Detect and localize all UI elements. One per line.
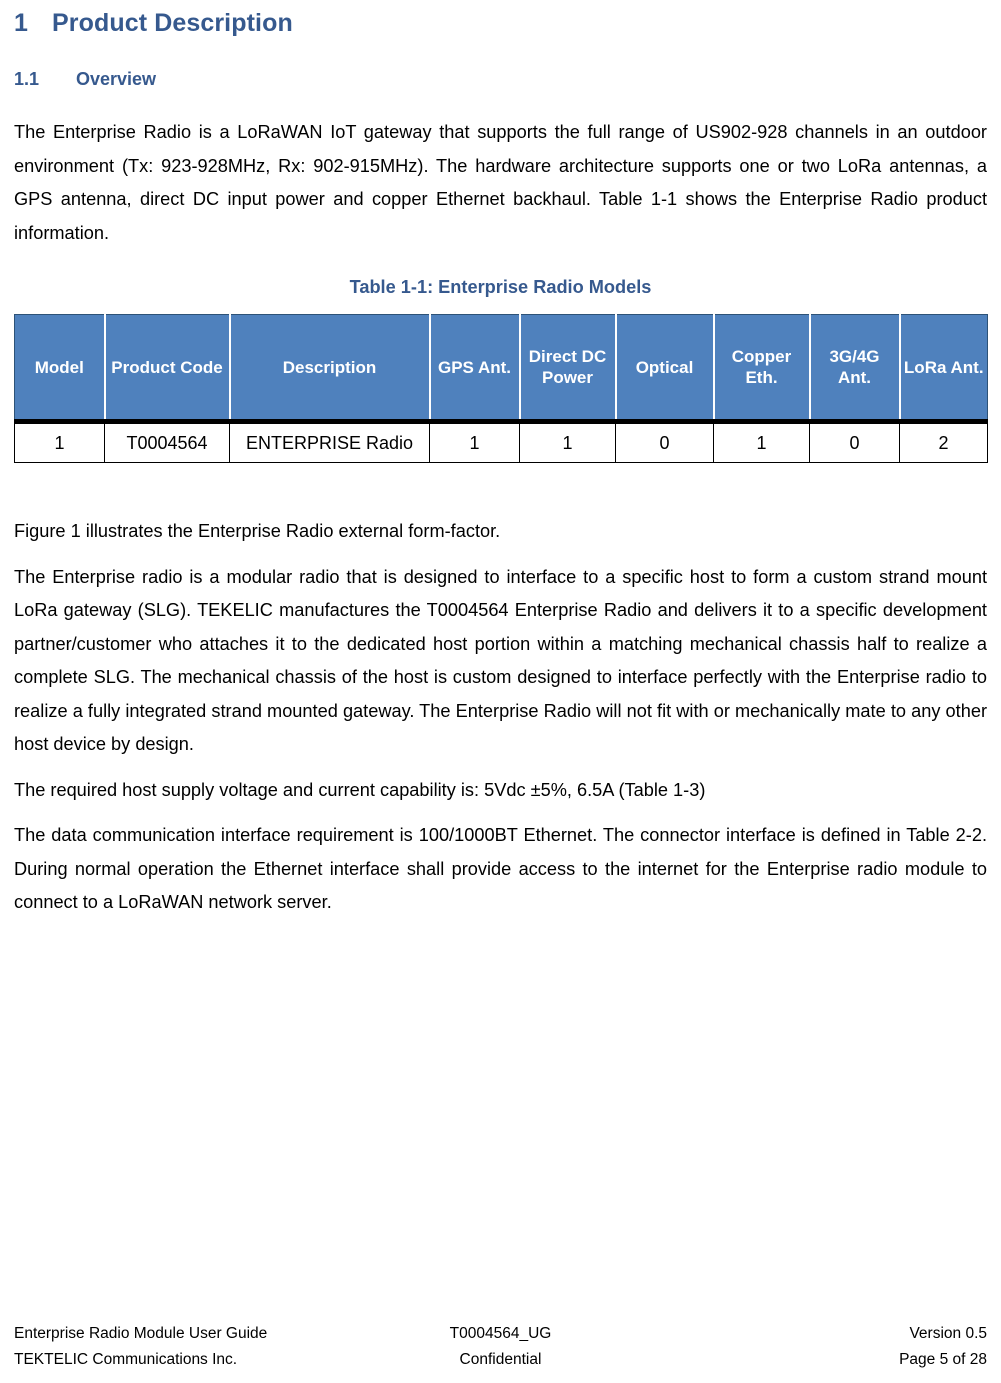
footer-version: Version 0.5 [909, 1325, 987, 1342]
paragraph-overview: The Enterprise Radio is a LoRaWAN IoT ga… [14, 122, 987, 243]
spacer-after-table-2 [14, 489, 987, 515]
paragraph-figure-reference: Figure 1 illustrates the Enterprise Radi… [14, 521, 501, 541]
document-page: 1 Product Description 1.1 Overview The Ent… [0, 0, 1001, 1383]
footer-row-1: Enterprise Radio Module User Guide T0004… [14, 1321, 987, 1347]
subheading-text: Overview [76, 69, 157, 89]
heading-number: 1 [14, 9, 29, 37]
paragraph-modular-radio: The Enterprise radio is a modular radio … [14, 566, 987, 755]
page-footer: Enterprise Radio Module User Guide T0004… [14, 1321, 987, 1373]
page-title: 1 Product Description [14, 0, 987, 38]
column-header-gps-ant: GPS Ant. [428, 314, 521, 422]
column-header-product-code: Product Code [103, 314, 231, 422]
cell-product-code: T0004564 [104, 419, 230, 463]
column-header-copper-eth: Copper Eth. [712, 314, 811, 422]
cell-gps-ant: 1 [429, 419, 520, 463]
column-header-lora-ant: LoRa Ant. [898, 314, 988, 422]
footer-document-code: T0004564_UG [449, 1325, 552, 1342]
cell-optical: 0 [615, 419, 714, 463]
column-header-3g4g-ant: 3G/4G Ant. [808, 314, 901, 422]
spacer-after-table [14, 463, 987, 489]
spacer-before-power [14, 762, 987, 774]
footer-document-title: Enterprise Radio Module User Guide [14, 1325, 268, 1342]
section-heading-overview: 1.1 Overview [14, 38, 987, 90]
table-header-row: Model Product Code Description GPS Ant. … [14, 314, 988, 422]
cell-description: ENTERPRISE Radio [229, 419, 430, 463]
cell-lora-ant: 2 [899, 419, 988, 463]
table-row: 1 T0004564 ENTERPRISE Radio 1 1 0 1 0 2 [14, 419, 988, 463]
cell-3g4g-ant: 0 [809, 419, 900, 463]
column-header-description: Description [228, 314, 431, 422]
column-header-model: Model [14, 314, 106, 422]
paragraph-power-requirement: The required host supply voltage and cur… [14, 779, 706, 800]
cell-copper-eth: 1 [713, 419, 810, 463]
enterprise-radio-models-table: Model Product Code Description GPS Ant. … [14, 314, 988, 463]
spacer-before-modular [14, 549, 987, 561]
footer-row-2: TEKTELIC Communications Inc. Confidentia… [14, 1347, 987, 1373]
paragraph-data-interface: The data communication interface require… [14, 825, 987, 912]
spacer-before-data-interface [14, 807, 987, 819]
cell-direct-dc-power: 1 [519, 419, 616, 463]
heading-text: Product Description [52, 9, 293, 37]
subheading-number: 1.1 [14, 69, 40, 89]
cell-model: 1 [14, 419, 105, 463]
column-header-direct-dc-power: Direct DC Power [518, 314, 617, 422]
table-caption: Table 1-1: Enterprise Radio Models [349, 277, 652, 297]
footer-page-number: Page 5 of 28 [899, 1351, 987, 1368]
footer-confidentiality: Confidential [459, 1351, 542, 1368]
footer-company: TEKTELIC Communications Inc. [14, 1351, 238, 1368]
column-header-optical: Optical [614, 314, 715, 422]
